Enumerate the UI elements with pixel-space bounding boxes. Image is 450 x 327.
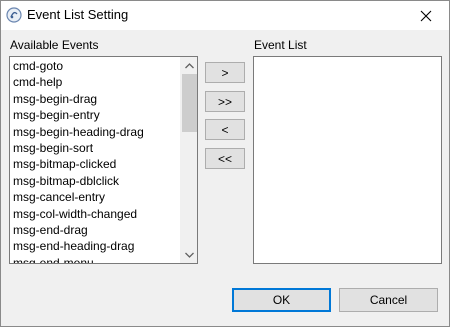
list-item[interactable]: msg-bitmap-clicked [10,156,181,172]
cancel-button[interactable]: Cancel [339,288,438,312]
list-item[interactable]: msg-begin-heading-drag [10,124,181,140]
window-title: Event List Setting [27,7,129,22]
list-item[interactable]: msg-end-heading-drag [10,238,181,254]
close-icon [420,10,432,21]
list-item[interactable]: msg-col-width-changed [10,206,181,222]
scroll-down-button[interactable] [181,246,197,263]
remove-all-button[interactable]: << [205,148,245,169]
list-item[interactable]: msg-cancel-entry [10,189,181,205]
event-list[interactable] [253,56,442,264]
dialog-window: Event List Setting Available Events cmd-… [0,0,450,327]
chevron-down-icon [185,252,194,258]
list-item[interactable]: msg-begin-entry [10,107,181,123]
vertical-scrollbar[interactable] [180,57,197,263]
available-events-label: Available Events [10,38,99,52]
list-item[interactable]: msg-begin-sort [10,140,181,156]
list-item[interactable]: cmd-goto [10,58,181,74]
title-bar[interactable]: Event List Setting [1,1,449,30]
event-list-label: Event List [254,38,307,52]
close-button[interactable] [403,1,449,30]
app-icon [6,7,22,23]
add-all-button[interactable]: >> [205,91,245,112]
available-events-list[interactable]: cmd-goto cmd-help msg-begin-drag msg-beg… [9,56,198,264]
add-one-button[interactable]: > [205,62,245,83]
list-item[interactable]: cmd-help [10,74,181,90]
list-item[interactable]: msg-end-drag [10,222,181,238]
list-item[interactable]: msg-begin-drag [10,91,181,107]
available-events-items: cmd-goto cmd-help msg-begin-drag msg-beg… [10,58,181,263]
remove-one-button[interactable]: < [205,119,245,140]
ok-button[interactable]: OK [232,288,331,312]
list-item[interactable]: msg-end-menu [10,255,181,263]
scroll-up-button[interactable] [181,57,197,74]
scroll-thumb[interactable] [182,74,197,132]
list-item[interactable]: msg-bitmap-dblclick [10,173,181,189]
chevron-up-icon [185,62,194,68]
